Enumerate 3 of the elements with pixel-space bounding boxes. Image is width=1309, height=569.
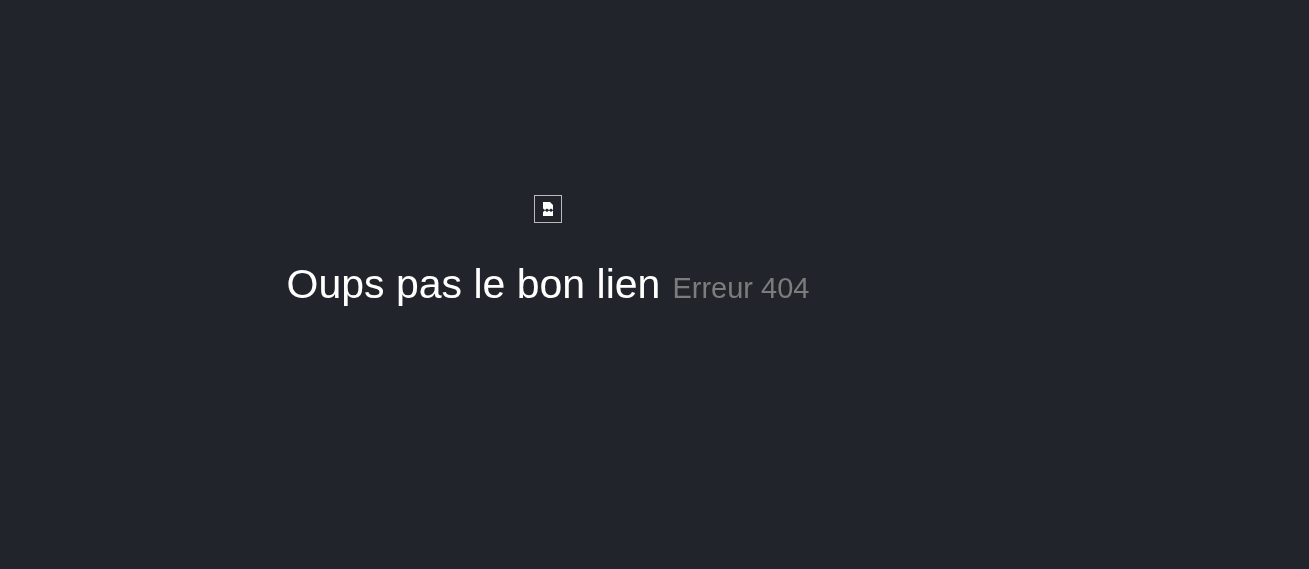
broken-image-icon (534, 195, 562, 223)
error-code: Erreur 404 (672, 272, 810, 305)
error-title: Oups pas le bon lien (286, 261, 661, 308)
